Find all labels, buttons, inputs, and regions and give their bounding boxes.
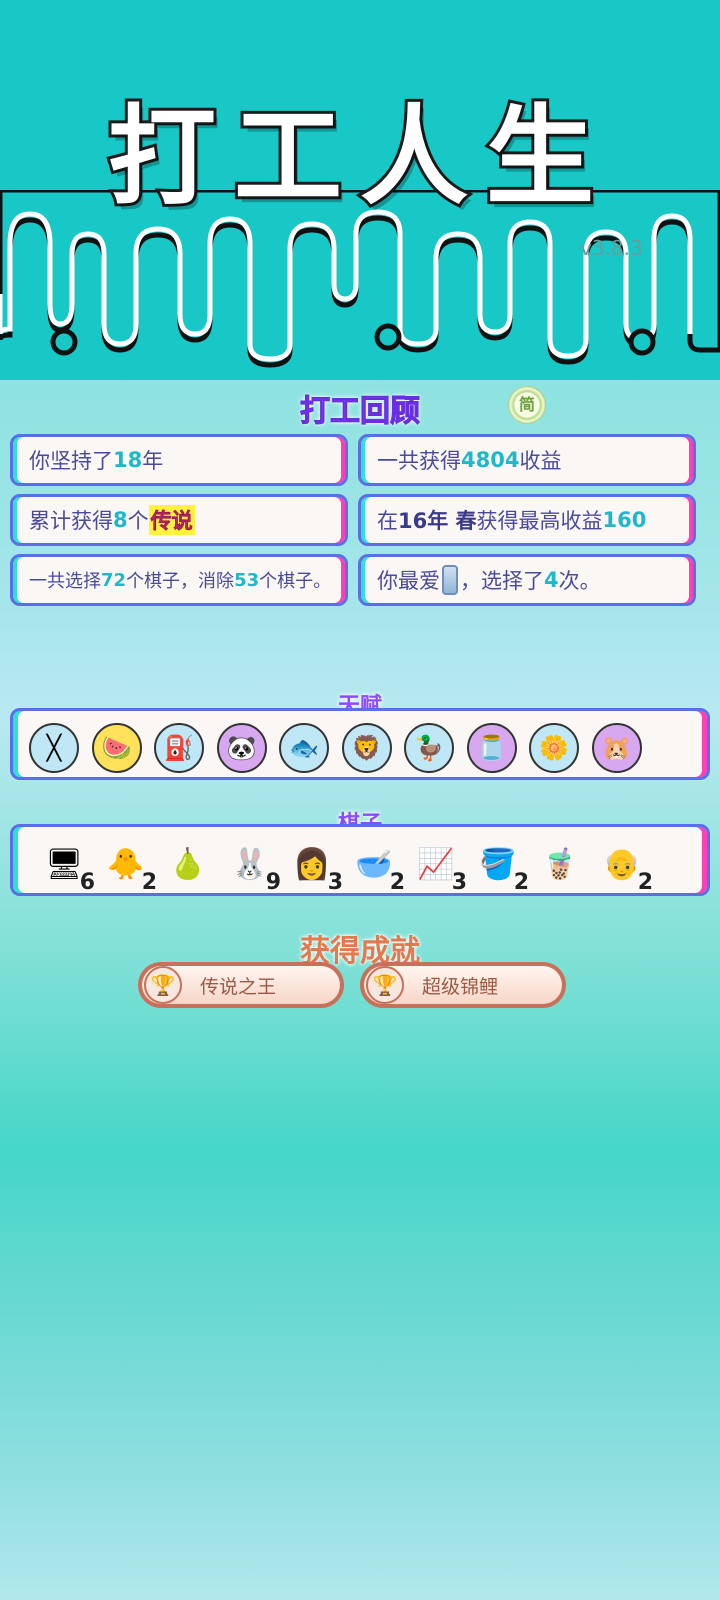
computer-case-icon — [442, 565, 458, 595]
piece-count: 2 — [637, 870, 653, 895]
piece-item[interactable]: 🐥 2 — [101, 835, 157, 896]
stat-income: 一共获得 4804 收益 — [358, 434, 696, 486]
piece-count: 6 — [79, 870, 95, 895]
stat-text: 你最爱 — [377, 569, 440, 593]
stat-text: 个 — [127, 509, 149, 533]
chopsticks-icon[interactable]: ╳ — [29, 723, 79, 773]
stat-favorite: 你最爱 ，选择了 4 次。 — [358, 554, 696, 606]
fruit-basket-icon[interactable]: 🍉 — [91, 723, 142, 773]
stat-text: 一共获得 — [377, 449, 461, 473]
stat-value: 4804 — [461, 448, 520, 472]
achievement-inner: 🏆 超级锦鲤 — [364, 966, 562, 1004]
piece-item[interactable]: 🥣 2 — [349, 835, 405, 896]
stat-text: 在 — [377, 509, 398, 533]
stat-legends: 累计获得 8 个传说 — [10, 494, 348, 546]
stat-text: ，选择了 — [460, 569, 544, 593]
stat-text: 年 — [142, 449, 164, 473]
simplified-toggle-button[interactable]: 简 — [508, 386, 546, 424]
version-label: v3.8.3 — [580, 236, 643, 260]
stat-value: 160 — [602, 508, 647, 532]
legend-badge: 传说 — [148, 505, 195, 535]
achievement-legend-king[interactable]: 🏆 传说之王 — [138, 962, 344, 1008]
panda-icon[interactable]: 🐼 — [216, 723, 267, 773]
achievements-title: 获得成就 — [300, 934, 420, 969]
piece-count: 2 — [513, 870, 529, 895]
piece-item[interactable]: 🧋 — [535, 835, 591, 893]
piece-count: 3 — [451, 870, 467, 895]
pieces-row: 🖥 6 🐥 2 🍐 🐰 9 👩 3 🥣 2 📈 3 🪣 2 🧋 👴 2 — [10, 824, 710, 896]
piece-item[interactable]: 🍐 — [163, 835, 219, 893]
review-title: 打工回顾 — [300, 394, 421, 430]
achievement-inner: 🏆 传说之王 — [142, 966, 340, 1004]
piece-count: 3 — [327, 870, 343, 895]
piece-item[interactable]: 👴 2 — [597, 835, 653, 896]
hamsters-icon[interactable]: 🐹 — [591, 723, 642, 773]
stat-text: 你坚持了 — [29, 449, 113, 473]
stat-pieces: 一共选择 72 个棋子，消除 53 个棋子。 — [10, 554, 348, 606]
achievement-super-koi[interactable]: 🏆 超级锦鲤 — [360, 962, 566, 1008]
stat-text: 收益 — [519, 449, 562, 473]
trophy-icon: 🏆 — [366, 966, 404, 1004]
stat-text: 累计获得 — [29, 509, 113, 533]
lion-icon[interactable]: 🦁 — [341, 723, 392, 773]
stat-value: 53 — [234, 569, 260, 591]
stat-text: 一共选择 — [29, 571, 101, 592]
talents-row: ╳ 🍉 ⛽ 🐼 🐟 🦁 🦆 🫙 🌼 🐹 — [10, 708, 710, 780]
piece-count: 2 — [141, 870, 157, 895]
piece-count: 9 — [265, 870, 281, 895]
achievement-label: 传说之王 — [200, 975, 277, 998]
stat-value: 18 — [113, 448, 143, 472]
piece-item[interactable]: 📈 3 — [411, 835, 467, 896]
bubble-tea-icon: 🧋 — [541, 846, 579, 882]
piece-item[interactable]: 🖥 6 — [39, 835, 95, 896]
piece-item[interactable]: 👩 3 — [287, 835, 343, 896]
stat-season: 16年 春 — [398, 509, 477, 533]
pump-icon[interactable]: ⛽ — [154, 723, 204, 773]
stat-text: 次。 — [558, 569, 601, 593]
stat-text: 获得最高收益 — [476, 509, 603, 533]
flower-pot-icon[interactable]: 🌼 — [529, 723, 579, 773]
cooker-duck-icon[interactable]: 🦆 — [404, 723, 454, 773]
game-title: 打工人生 — [105, 92, 612, 223]
longan-icon: 🍐 — [169, 846, 207, 882]
fish-tank-icon[interactable]: 🐟 — [279, 723, 329, 773]
stat-years: 你坚持了 18 年 — [10, 434, 348, 486]
achievement-label: 超级锦鲤 — [422, 975, 499, 998]
trophy-icon: 🏆 — [144, 966, 182, 1004]
piece-item[interactable]: 🪣 2 — [473, 835, 529, 896]
stat-value: 72 — [101, 569, 127, 591]
stat-value: 8 — [113, 508, 128, 532]
stat-text: 个棋子，消除 — [126, 571, 235, 592]
stat-text: 个棋子。 — [259, 571, 332, 592]
piece-count: 2 — [389, 870, 405, 895]
stat-value: 4 — [544, 568, 559, 592]
piece-item[interactable]: 🐰 9 — [225, 835, 281, 896]
jar-icon[interactable]: 🫙 — [466, 723, 517, 773]
stat-best-income: 在 16年 春 获得最高收益 160 — [358, 494, 696, 546]
